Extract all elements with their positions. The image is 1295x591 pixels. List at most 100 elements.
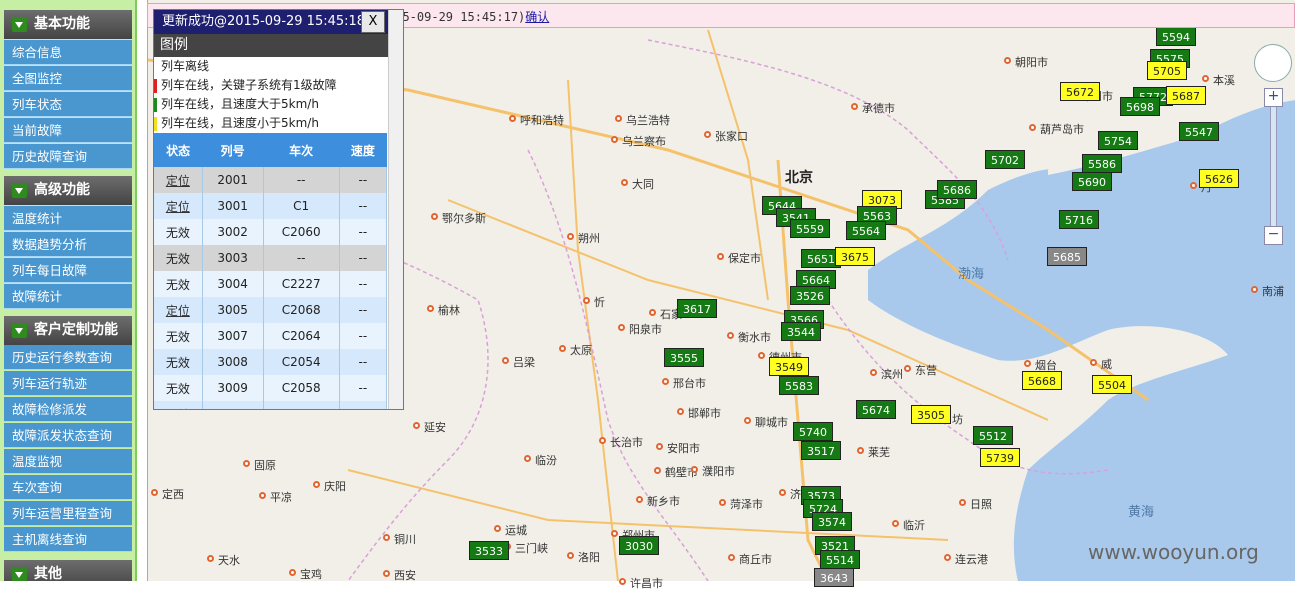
table-row[interactable]: 定位 3001 C1 --: [154, 193, 388, 219]
train-marker[interactable]: 5716: [1059, 210, 1099, 229]
menu-full-map[interactable]: 全图监控: [4, 66, 132, 91]
pan-control[interactable]: [1254, 44, 1292, 82]
speed-cell: --: [339, 349, 388, 375]
train-marker[interactable]: 5702: [985, 150, 1025, 169]
train-marker[interactable]: 5594: [1156, 27, 1196, 46]
table-row[interactable]: 无效 3004 C2227 --: [154, 271, 388, 297]
menu-dispatch-status[interactable]: 故障派发状态查询: [4, 423, 132, 448]
train-marker[interactable]: 3526: [790, 286, 830, 305]
close-button[interactable]: X: [361, 11, 385, 33]
status-message: 015-09-29 15:45:17)确认: [388, 8, 549, 25]
train-marker[interactable]: 5626: [1199, 169, 1239, 188]
train-marker[interactable]: 5504: [1092, 375, 1132, 394]
zoom-out-button[interactable]: −: [1264, 226, 1283, 245]
train-marker[interactable]: 5754: [1098, 131, 1138, 150]
train-marker[interactable]: 3533: [469, 541, 509, 560]
map-place-label: 定西: [151, 488, 184, 501]
train-marker[interactable]: 3505: [911, 405, 951, 424]
menu-offline[interactable]: 主机离线查询: [4, 527, 132, 552]
menu-temp-monitor[interactable]: 温度监视: [4, 449, 132, 474]
chevron-down-icon: [12, 183, 27, 198]
column-header[interactable]: 状态: [154, 133, 203, 167]
train-marker[interactable]: 3517: [801, 441, 841, 460]
menu-history-params[interactable]: 历史运行参数查询: [4, 345, 132, 370]
train-marker[interactable]: 5685: [1047, 247, 1087, 266]
section-other[interactable]: 其他: [4, 560, 132, 581]
train-marker[interactable]: 5739: [980, 448, 1020, 467]
menu-dispatch[interactable]: 故障检修派发: [4, 397, 132, 422]
menu-current-fault[interactable]: 当前故障: [4, 118, 132, 143]
train-id-cell: 2001: [202, 167, 264, 193]
column-header[interactable]: 车次: [263, 133, 340, 167]
menu-track[interactable]: 列车运行轨迹: [4, 371, 132, 396]
train-marker[interactable]: 5559: [790, 219, 830, 238]
map-place-label: 许昌市: [619, 577, 663, 590]
train-marker[interactable]: 5583: [779, 376, 819, 395]
train-marker[interactable]: 3574: [812, 512, 852, 531]
train-marker[interactable]: 5686: [937, 180, 977, 199]
table-row[interactable]: 无效 3002 C2060 --: [154, 219, 388, 245]
menu-fault-stats[interactable]: 故障统计: [4, 284, 132, 309]
table-row[interactable]: 定位 3005 C2068 --: [154, 297, 388, 323]
train-marker[interactable]: 5698: [1120, 97, 1160, 116]
train-marker[interactable]: 3555: [664, 348, 704, 367]
train-marker[interactable]: 3617: [677, 299, 717, 318]
speed-cell: --: [339, 375, 388, 401]
train-id-cell: 3004: [202, 271, 264, 297]
train-marker[interactable]: 5674: [856, 400, 896, 419]
train-marker[interactable]: 3643: [814, 568, 854, 587]
menu-train-status[interactable]: 列车状态: [4, 92, 132, 117]
table-row[interactable]: 无效3010C2067--: [154, 401, 388, 409]
legend-item-offline: 列车离线: [154, 57, 394, 76]
confirm-link[interactable]: 确认: [525, 10, 549, 24]
train-marker[interactable]: 5547: [1179, 122, 1219, 141]
train-marker[interactable]: 5690: [1072, 172, 1112, 191]
zoom-in-button[interactable]: +: [1264, 88, 1283, 107]
menu-daily-fault[interactable]: 列车每日故障: [4, 258, 132, 283]
locate-link[interactable]: 定位: [166, 304, 190, 318]
train-marker[interactable]: 5705: [1147, 61, 1187, 80]
train-marker[interactable]: 3030: [619, 536, 659, 555]
locate-link[interactable]: 定位: [166, 174, 190, 188]
column-header[interactable]: 速度: [339, 133, 387, 167]
scrollbar[interactable]: [388, 10, 403, 409]
table-row[interactable]: 定位 2001 -- --: [154, 167, 388, 193]
locate-link[interactable]: 定位: [166, 200, 190, 214]
train-marker[interactable]: 3549: [769, 357, 809, 376]
menu-overview[interactable]: 综合信息: [4, 40, 132, 65]
menu-trend[interactable]: 数据趋势分析: [4, 232, 132, 257]
train-marker[interactable]: 5672: [1060, 82, 1100, 101]
train-marker[interactable]: 5586: [1082, 154, 1122, 173]
column-header[interactable]: 列号: [202, 133, 264, 167]
train-marker[interactable]: 5668: [1022, 371, 1062, 390]
legend-item-fast: 列车在线，且速度大于5km/h: [154, 95, 394, 114]
table-row[interactable]: 无效 3008 C2054 --: [154, 349, 388, 375]
legend-color: [154, 60, 157, 74]
train-marker[interactable]: 5740: [793, 422, 833, 441]
map-place-label: 临沂: [892, 519, 925, 532]
map-place-label: 滨州: [870, 368, 903, 381]
speed-cell: --: [339, 297, 388, 323]
table-row[interactable]: 无效 3007 C2064 --: [154, 323, 388, 349]
menu-mileage[interactable]: 列车运营里程查询: [4, 501, 132, 526]
train-marker[interactable]: 5687: [1166, 86, 1206, 105]
train-marker[interactable]: 5564: [846, 221, 886, 240]
train-marker[interactable]: 5512: [973, 426, 1013, 445]
zoom-slider[interactable]: [1270, 106, 1277, 232]
status-cell: 无效: [154, 323, 203, 349]
trip-cell: C2060: [263, 219, 340, 245]
section-custom[interactable]: 客户定制功能: [4, 316, 132, 345]
train-marker[interactable]: 3544: [781, 322, 821, 341]
menu-trip-query[interactable]: 车次查询: [4, 475, 132, 500]
menu-temp-stats[interactable]: 温度统计: [4, 206, 132, 231]
section-basic[interactable]: 基本功能: [4, 10, 132, 39]
map-place-label: 鄂尔多斯: [431, 212, 486, 225]
menu-history-fault[interactable]: 历史故障查询: [4, 144, 132, 169]
section-advanced[interactable]: 高级功能: [4, 176, 132, 205]
train-marker[interactable]: 3675: [835, 247, 875, 266]
table-row[interactable]: 无效 3003 -- --: [154, 245, 388, 271]
map-place-label: 太原: [559, 344, 592, 357]
train-marker[interactable]: 5514: [820, 550, 860, 569]
table-row[interactable]: 无效 3009 C2058 --: [154, 375, 388, 401]
legend-color: [154, 117, 157, 131]
